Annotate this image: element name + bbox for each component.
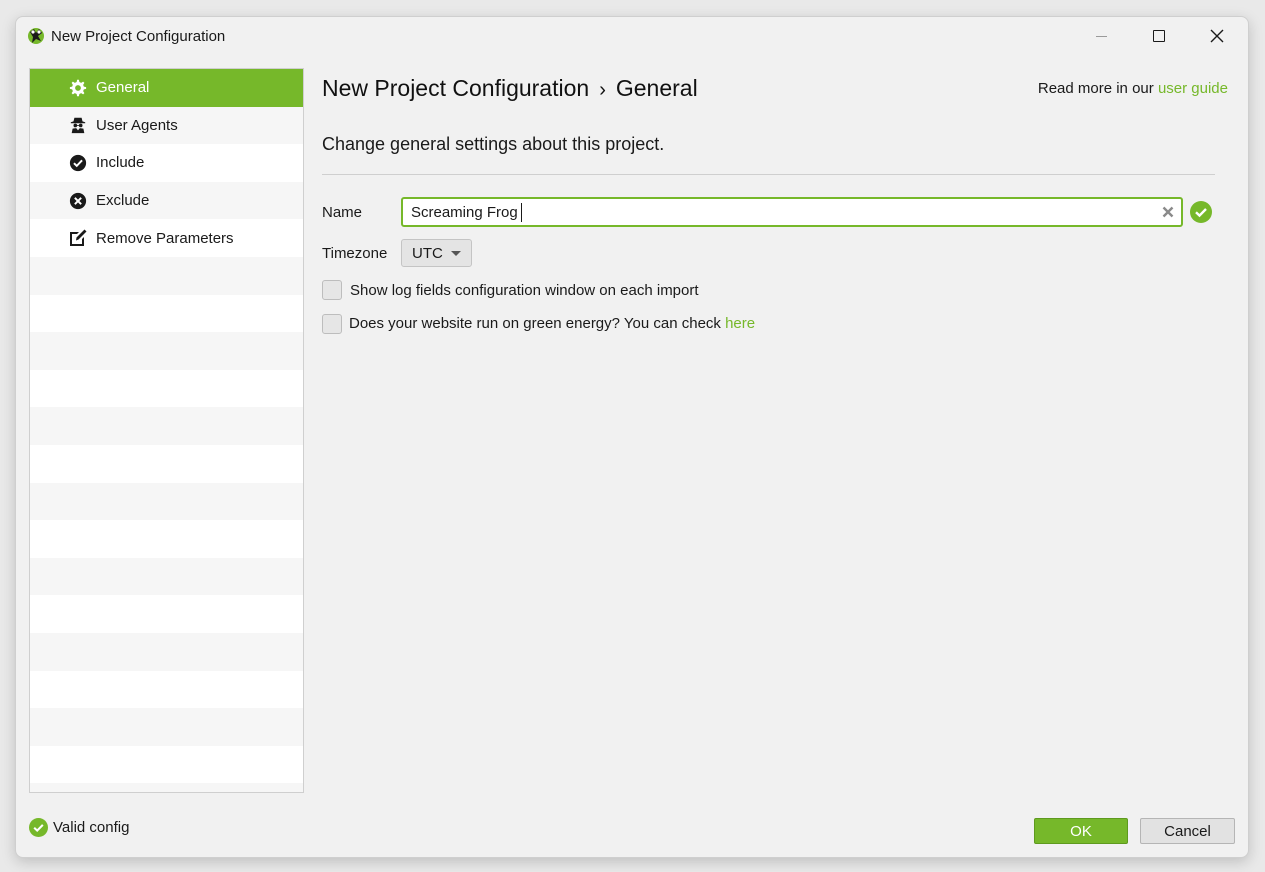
config-status-text: Valid config: [53, 819, 130, 836]
timezone-select[interactable]: UTC: [401, 239, 472, 267]
sidebar-item-remove-parameters[interactable]: Remove Parameters: [30, 219, 303, 257]
chevron-down-icon: [451, 251, 461, 256]
green-energy-checkbox[interactable]: [322, 314, 342, 334]
empty-row: [30, 708, 303, 746]
empty-row: [30, 745, 303, 784]
sidebar-item-general[interactable]: General: [30, 69, 303, 107]
divider: [322, 174, 1215, 175]
breadcrumb-separator: ›: [599, 79, 606, 101]
config-status: Valid config: [29, 818, 129, 837]
log-fields-checkbox[interactable]: [322, 280, 342, 300]
sidebar-nav: General User Agents Include Exclude Remo…: [29, 68, 304, 793]
close-window-button[interactable]: [1194, 21, 1240, 51]
empty-row: [30, 369, 303, 408]
green-energy-checkbox-label[interactable]: Does your website run on green energy? Y…: [349, 315, 721, 332]
empty-row: [30, 332, 303, 370]
empty-row: [30, 444, 303, 483]
valid-check-icon: [1190, 201, 1212, 223]
check-circle-icon: [68, 153, 88, 173]
read-more-text: Read more in our: [1037, 80, 1154, 97]
empty-row: [30, 783, 303, 792]
empty-row: [30, 557, 303, 596]
clear-input-icon[interactable]: [1161, 205, 1175, 219]
green-energy-label: Does your website run on green energy? Y…: [349, 315, 755, 332]
empty-row: [30, 520, 303, 558]
empty-row: [30, 294, 303, 333]
breadcrumb-root: New Project Configuration: [322, 75, 590, 101]
sidebar-item-label: Remove Parameters: [96, 229, 234, 247]
sidebar-item-user-agents[interactable]: User Agents: [30, 106, 303, 145]
page-description: Change general settings about this proje…: [322, 134, 665, 154]
sidebar-item-label: General: [96, 79, 150, 97]
sidebar-item-label: User Agents: [96, 116, 178, 134]
dialog-window: New Project Configuration General User A…: [15, 16, 1249, 858]
timezone-value: UTC: [412, 244, 443, 262]
empty-row: [30, 595, 303, 633]
user-guide-link[interactable]: user guide: [1158, 80, 1228, 97]
empty-row: [30, 256, 303, 295]
text-caret: [520, 202, 522, 222]
title-bar: New Project Configuration: [16, 17, 1248, 55]
window-title: New Project Configuration: [51, 28, 226, 45]
ok-button[interactable]: OK: [1034, 818, 1128, 844]
timezone-label: Timezone: [322, 245, 388, 262]
sidebar-item-exclude[interactable]: Exclude: [30, 181, 303, 220]
cancel-button[interactable]: Cancel: [1140, 818, 1235, 844]
maximize-button[interactable]: [1136, 21, 1182, 51]
close-icon: [1210, 29, 1224, 43]
sidebar-item-include[interactable]: Include: [30, 144, 303, 182]
x-circle-icon: [68, 191, 88, 211]
read-more: Read more in our user guide: [1038, 80, 1228, 97]
gear-icon: [68, 78, 88, 98]
edit-icon: [68, 228, 88, 248]
maximize-icon: [1153, 30, 1165, 42]
minimize-button[interactable]: [1078, 21, 1124, 51]
name-field[interactable]: Screaming Frog: [401, 197, 1183, 227]
valid-check-icon: [29, 818, 48, 837]
sidebar-item-label: Exclude: [96, 192, 150, 210]
green-energy-here-link[interactable]: here: [725, 315, 755, 332]
empty-row: [30, 670, 303, 709]
minimize-icon: [1095, 35, 1107, 37]
empty-row: [30, 482, 303, 521]
name-label: Name: [322, 204, 363, 221]
breadcrumb: New Project Configuration › General: [322, 75, 698, 102]
spy-icon: [68, 115, 88, 135]
frog-logo-icon: [28, 28, 44, 44]
empty-row: [30, 632, 303, 671]
log-fields-checkbox-label[interactable]: Show log fields configuration window on …: [350, 282, 699, 299]
name-field-value: Screaming Frog: [411, 203, 518, 221]
breadcrumb-current: General: [615, 75, 698, 101]
empty-row: [30, 407, 303, 445]
sidebar-item-label: Include: [96, 154, 145, 172]
